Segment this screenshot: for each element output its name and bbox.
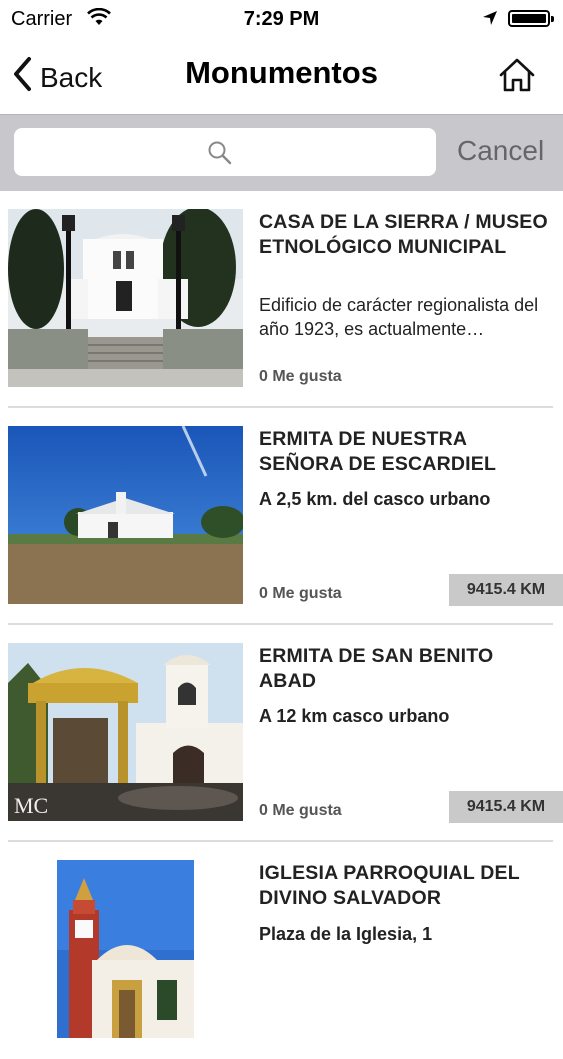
monument-name: ERMITA DE SAN BENITO ABAD	[259, 645, 494, 692]
monument-name: ERMITA DE NUESTRA SEÑORA DE ESCARDIEL	[259, 428, 497, 475]
likes-count: 0 Me gusta	[259, 368, 342, 385]
search-bar: Cancel	[0, 114, 563, 191]
monument-description: A 2,5 km. del casco urbano	[259, 489, 491, 509]
navigation-bar: Back Monumentos	[0, 38, 563, 114]
list-item[interactable]: ERMITA DE NUESTRA SEÑORA DE ESCARDIEL A …	[0, 408, 563, 625]
photo-watermark: MC	[14, 793, 48, 818]
monument-description: Plaza de la Iglesia, 1	[259, 924, 433, 944]
monument-list: CASA DE LA SIERRA / MUSEO ETNOLÓGICO MUN…	[0, 191, 563, 1059]
likes-count: 0 Me gusta	[259, 802, 342, 819]
list-item[interactable]: MC ERMITA DE SAN BENITO ABAD A 12 km cas…	[0, 625, 563, 842]
battery-icon	[508, 10, 554, 27]
cancel-button[interactable]: Cancel	[457, 135, 544, 167]
likes-count: 0 Me gusta	[259, 585, 342, 602]
monument-description: Edificio de carácter regionalista del añ…	[259, 295, 539, 339]
home-icon	[498, 58, 536, 98]
monument-photo	[8, 426, 243, 604]
list-item[interactable]: IGLESIA PARROQUIAL DEL DIVINO SALVADOR P…	[0, 842, 563, 1059]
monument-photo	[8, 209, 243, 387]
search-icon	[207, 140, 233, 171]
monument-photo: MC	[8, 643, 243, 821]
monument-description: A 12 km casco urbano	[259, 706, 450, 726]
monument-photo	[57, 860, 194, 1038]
search-input[interactable]	[14, 128, 436, 176]
monument-name: CASA DE LA SIERRA / MUSEO ETNOLÓGICO MUN…	[259, 211, 548, 258]
home-button[interactable]	[498, 56, 536, 99]
distance-badge: 9415.4 KM	[449, 791, 563, 823]
distance-badge: 9415.4 KM	[449, 574, 563, 606]
list-item[interactable]: CASA DE LA SIERRA / MUSEO ETNOLÓGICO MUN…	[0, 191, 563, 408]
monument-name: IGLESIA PARROQUIAL DEL DIVINO SALVADOR	[259, 862, 520, 909]
status-bar: Carrier 7:29 PM	[0, 0, 563, 38]
location-arrow-icon	[482, 9, 498, 32]
clock: 7:29 PM	[243, 8, 320, 30]
page-title: Monumentos	[185, 55, 378, 90]
